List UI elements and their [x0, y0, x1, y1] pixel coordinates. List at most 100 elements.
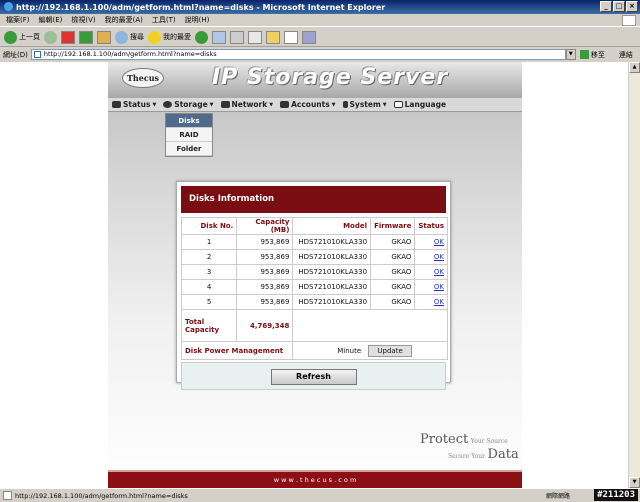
history-button[interactable] [195, 30, 208, 44]
nav-status-label: Status [123, 100, 151, 109]
maximize-button[interactable]: □ [613, 1, 625, 12]
nav-accounts[interactable]: Accounts ▼ [280, 100, 336, 109]
tool-button-1[interactable] [284, 30, 298, 44]
search-icon [115, 30, 128, 44]
address-input[interactable]: http://192.168.1.100/adm/getform.html?na… [30, 49, 566, 60]
disk-status-link[interactable]: OK [434, 253, 444, 261]
disk-no: 4 [180, 279, 238, 295]
address-url: http://192.168.1.100/adm/getform.html?na… [43, 50, 217, 58]
statusbar: http://192.168.1.100/adm/getform.html?na… [0, 488, 640, 502]
chevron-down-icon: ▼ [331, 101, 336, 108]
nav-storage-label: Storage [174, 100, 208, 109]
page-footer: w w w . t h e c u s . c o m [108, 470, 522, 488]
nav-language[interactable]: Language [393, 100, 446, 109]
update-button[interactable]: Update [368, 344, 412, 357]
menu-file[interactable]: 檔案(F) [6, 15, 30, 25]
chevron-down-icon: ▼ [382, 101, 387, 108]
protect-data-tagline: Protect Your Source Secure Your Data [420, 432, 519, 462]
menu-tools[interactable]: 工具(T) [152, 15, 176, 25]
tool-button-2[interactable] [302, 30, 316, 44]
messenger-icon [302, 30, 316, 44]
disk-status-link[interactable]: OK [434, 268, 444, 276]
history-icon [195, 30, 208, 44]
go-button[interactable]: 移至 [579, 50, 605, 60]
page-icon [33, 51, 41, 58]
disk-firmware: GKAO [370, 249, 416, 265]
disk-capacity: 953,869 [236, 264, 294, 280]
window-titlebar: http://192.168.1.100/adm/getform.html?na… [0, 0, 640, 14]
page-done-icon [3, 491, 12, 500]
disk-firmware: GKAO [370, 279, 416, 295]
links-label[interactable]: 連結 [619, 50, 633, 60]
menu-view[interactable]: 檢視(V) [71, 15, 95, 25]
edit-button[interactable] [248, 30, 262, 44]
tagline-your-source: Your Source [470, 438, 508, 445]
nav-system-label: System [349, 100, 381, 109]
nav-accounts-label: Accounts [291, 100, 330, 109]
window-title: http://192.168.1.100/adm/getform.html?na… [16, 3, 386, 12]
scroll-down-button[interactable]: ▼ [629, 477, 640, 488]
empty-cell [292, 309, 448, 342]
disk-model: HDS721010KLA330 [292, 279, 372, 295]
submenu-folder[interactable]: Folder [166, 142, 212, 156]
nav-network[interactable]: Network ▼ [220, 100, 273, 109]
forward-arrow-icon [44, 30, 57, 44]
disks-table: Disk No. Capacity (MB) Model Firmware St… [180, 217, 448, 360]
page-viewport: Thecus IP Storage Server Status ▼ Storag… [0, 62, 628, 488]
go-arrow-icon [579, 50, 589, 59]
window-controls: _ □ × [600, 1, 638, 12]
print-icon [230, 30, 244, 44]
scroll-up-button[interactable]: ▲ [629, 62, 640, 73]
disk-model: HDS721010KLA330 [292, 294, 372, 310]
disks-panel: Disks Information Disk No. Capacity (MB)… [176, 181, 451, 390]
nav-system[interactable]: System ▼ [342, 100, 387, 109]
close-button[interactable]: × [626, 1, 638, 12]
stop-button[interactable] [61, 30, 75, 44]
nav-storage[interactable]: Storage ▼ [163, 100, 214, 109]
toolbar: 上一頁 搜尋 我的最愛 [0, 28, 640, 47]
mail-button[interactable] [212, 30, 226, 44]
accounts-icon [280, 101, 290, 108]
status-url: http://192.168.1.100/adm/getform.html?na… [15, 491, 188, 500]
column-header: Capacity (MB) [236, 217, 294, 235]
forward-button[interactable] [44, 30, 57, 44]
refresh-button[interactable]: Refresh [270, 369, 357, 385]
nas-admin-page: Thecus IP Storage Server Status ▼ Storag… [108, 62, 522, 488]
table-row: 3 953,869 HDS721010KLA330 GKAO OK [180, 264, 448, 280]
server-title: IP Storage Server [212, 65, 449, 90]
folder-button[interactable] [266, 30, 280, 44]
menu-favorites[interactable]: 我的最愛(A) [105, 15, 143, 25]
favorites-label: 我的最愛 [163, 33, 191, 41]
windows-flag-icon [622, 15, 636, 26]
page-left-margin [0, 62, 108, 488]
print-button[interactable] [230, 30, 244, 44]
nav-status[interactable]: Status ▼ [112, 100, 156, 109]
menu-edit[interactable]: 編輯(E) [39, 15, 63, 25]
favorites-button[interactable]: 我的最愛 [148, 30, 191, 44]
power-mgmt-cell: Minute Update [292, 341, 448, 360]
power-mgmt-unit: Minute [337, 346, 362, 355]
table-row: 1 953,869 HDS721010KLA330 GKAO OK [180, 234, 448, 250]
disk-status-link[interactable]: OK [434, 238, 444, 246]
stop-icon [61, 30, 75, 44]
submenu-disks[interactable]: Disks [166, 114, 212, 128]
disk-no: 3 [180, 264, 238, 280]
submenu-raid[interactable]: RAID [166, 128, 212, 142]
watermark-stamp: #211203 [594, 489, 638, 501]
disk-no: 2 [180, 249, 238, 265]
disk-firmware: GKAO [370, 294, 416, 310]
disk-status-link[interactable]: OK [434, 298, 444, 306]
disk-capacity: 953,869 [236, 279, 294, 295]
go-label: 移至 [590, 50, 605, 59]
search-button[interactable]: 搜尋 [115, 30, 144, 44]
address-dropdown-button[interactable]: ▼ [565, 49, 576, 60]
back-button[interactable]: 上一頁 [4, 30, 40, 44]
vertical-scrollbar[interactable]: ▲ ▼ [628, 62, 640, 488]
disk-firmware: GKAO [370, 264, 416, 280]
menu-help[interactable]: 說明(H) [185, 15, 210, 25]
tagline-protect: Protect [420, 432, 469, 447]
minimize-button[interactable]: _ [600, 1, 612, 12]
home-button[interactable] [97, 30, 111, 44]
disk-status-link[interactable]: OK [434, 283, 444, 291]
refresh-page-button[interactable] [79, 30, 93, 44]
